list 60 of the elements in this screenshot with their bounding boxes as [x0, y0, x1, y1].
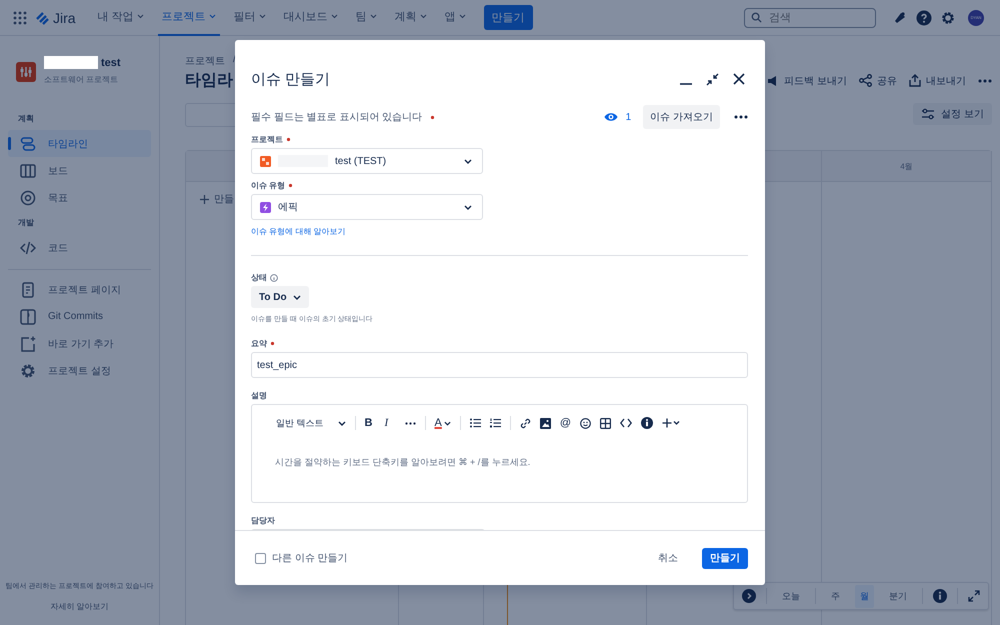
section-heading: 개발 — [17, 217, 35, 229]
text-style-dropdown[interactable]: 일반 텍스트 — [276, 416, 346, 430]
section-heading: 계획 — [17, 113, 35, 125]
select-field[interactable]: test (TEST) — [251, 148, 483, 174]
field-label: 이슈 유형 — [251, 180, 286, 191]
search-field[interactable]: 검색 — [744, 8, 876, 28]
required-note: 필수 필드는 별표로 표시되어 있습니다 — [251, 111, 422, 124]
field-label: 요약 — [251, 338, 267, 349]
view-settings-button[interactable]: 설정 보기 — [913, 103, 992, 125]
sidebar-item[interactable]: 프로젝트 페이지 — [8, 276, 151, 303]
sidebar-item[interactable]: 타임라인 — [8, 130, 151, 157]
header-action-button[interactable]: 공유 — [859, 74, 897, 88]
nav-menu[interactable]: 프로젝트 — [158, 0, 220, 36]
dialog-title: 이슈 만들기 — [251, 70, 330, 88]
sidebar-item[interactable]: Git Commits — [8, 303, 151, 330]
nav-menu[interactable]: 앱 — [440, 0, 470, 36]
editor-placeholder: 시간을 절약하는 키보드 단축키를 알아보려면 ⌘ + /를 누르세요. — [274, 456, 532, 469]
select-field[interactable]: 에픽 — [251, 194, 483, 220]
logo-text[interactable]: Jira — [53, 10, 76, 26]
header-action-button[interactable]: 내보내기 — [909, 74, 966, 88]
summary-field[interactable]: test_epic — [251, 352, 748, 378]
nav-menu[interactable]: 필터 — [230, 0, 270, 36]
sidebar-item[interactable]: 바로 가기 추가 — [8, 330, 151, 357]
nav-menu[interactable]: 팀 — [352, 0, 381, 36]
mention-button[interactable]: @ — [560, 417, 572, 429]
field-label: 상태 — [251, 272, 267, 283]
field-label: 프로젝트 — [251, 134, 283, 145]
scale-tab[interactable]: 월 — [855, 584, 874, 608]
create-button[interactable]: 만들기 — [702, 548, 748, 568]
field-label: 담당자 — [251, 515, 275, 526]
create-button[interactable]: 만들기 — [484, 5, 533, 30]
page-title: 타임라 — [185, 71, 233, 91]
bold-button[interactable]: B — [364, 417, 376, 429]
header-action-button[interactable]: 피드백 보내기 — [767, 74, 847, 88]
watch-button[interactable]: 1 — [604, 112, 632, 122]
nav-menu[interactable]: 계획 — [390, 0, 431, 36]
project-name[interactable]: test — [101, 56, 121, 68]
checkbox-label[interactable]: 다른 이슈 만들기 — [272, 551, 348, 565]
sidebar-item[interactable]: 목표 — [8, 184, 151, 211]
create-item-button[interactable]: 만들 — [200, 192, 234, 206]
description-editor[interactable]: 일반 텍스트 B I A @ 시간을 절약하는 키보드 단축키를 알아보려면 ⌘ + /를 누르세요. — [251, 404, 748, 503]
sidebar-item[interactable]: 코드 — [8, 234, 151, 261]
nav-menu[interactable]: 내 작업 — [94, 0, 148, 36]
column-header: 4월 — [822, 151, 991, 182]
import-issue-button[interactable]: 이슈 가져오기 — [643, 105, 720, 129]
italic-button[interactable]: I — [384, 417, 396, 429]
nav-menu[interactable]: 대시보드 — [280, 0, 342, 36]
cancel-button[interactable]: 취소 — [650, 545, 686, 571]
text-color-button[interactable]: A — [434, 417, 451, 429]
scale-tab[interactable]: 분기 — [884, 584, 912, 608]
sidebar-item[interactable]: 프로젝트 설정 — [8, 357, 151, 384]
project-type: 소프트웨어 프로젝트 — [44, 75, 118, 84]
field-label: 설명 — [251, 390, 267, 401]
scale-tab[interactable]: 주 — [826, 584, 845, 608]
learn-link[interactable]: 이슈 유형에 대해 알아보기 — [251, 226, 748, 237]
today-button[interactable]: 오늘 — [777, 584, 805, 608]
status-dropdown[interactable]: To Do — [251, 286, 309, 308]
breadcrumb-link[interactable]: 프로젝트 — [185, 54, 225, 68]
sidebar-item[interactable]: 보드 — [8, 157, 151, 184]
learn-more-link[interactable]: 자세히 알아보기 — [8, 601, 151, 612]
